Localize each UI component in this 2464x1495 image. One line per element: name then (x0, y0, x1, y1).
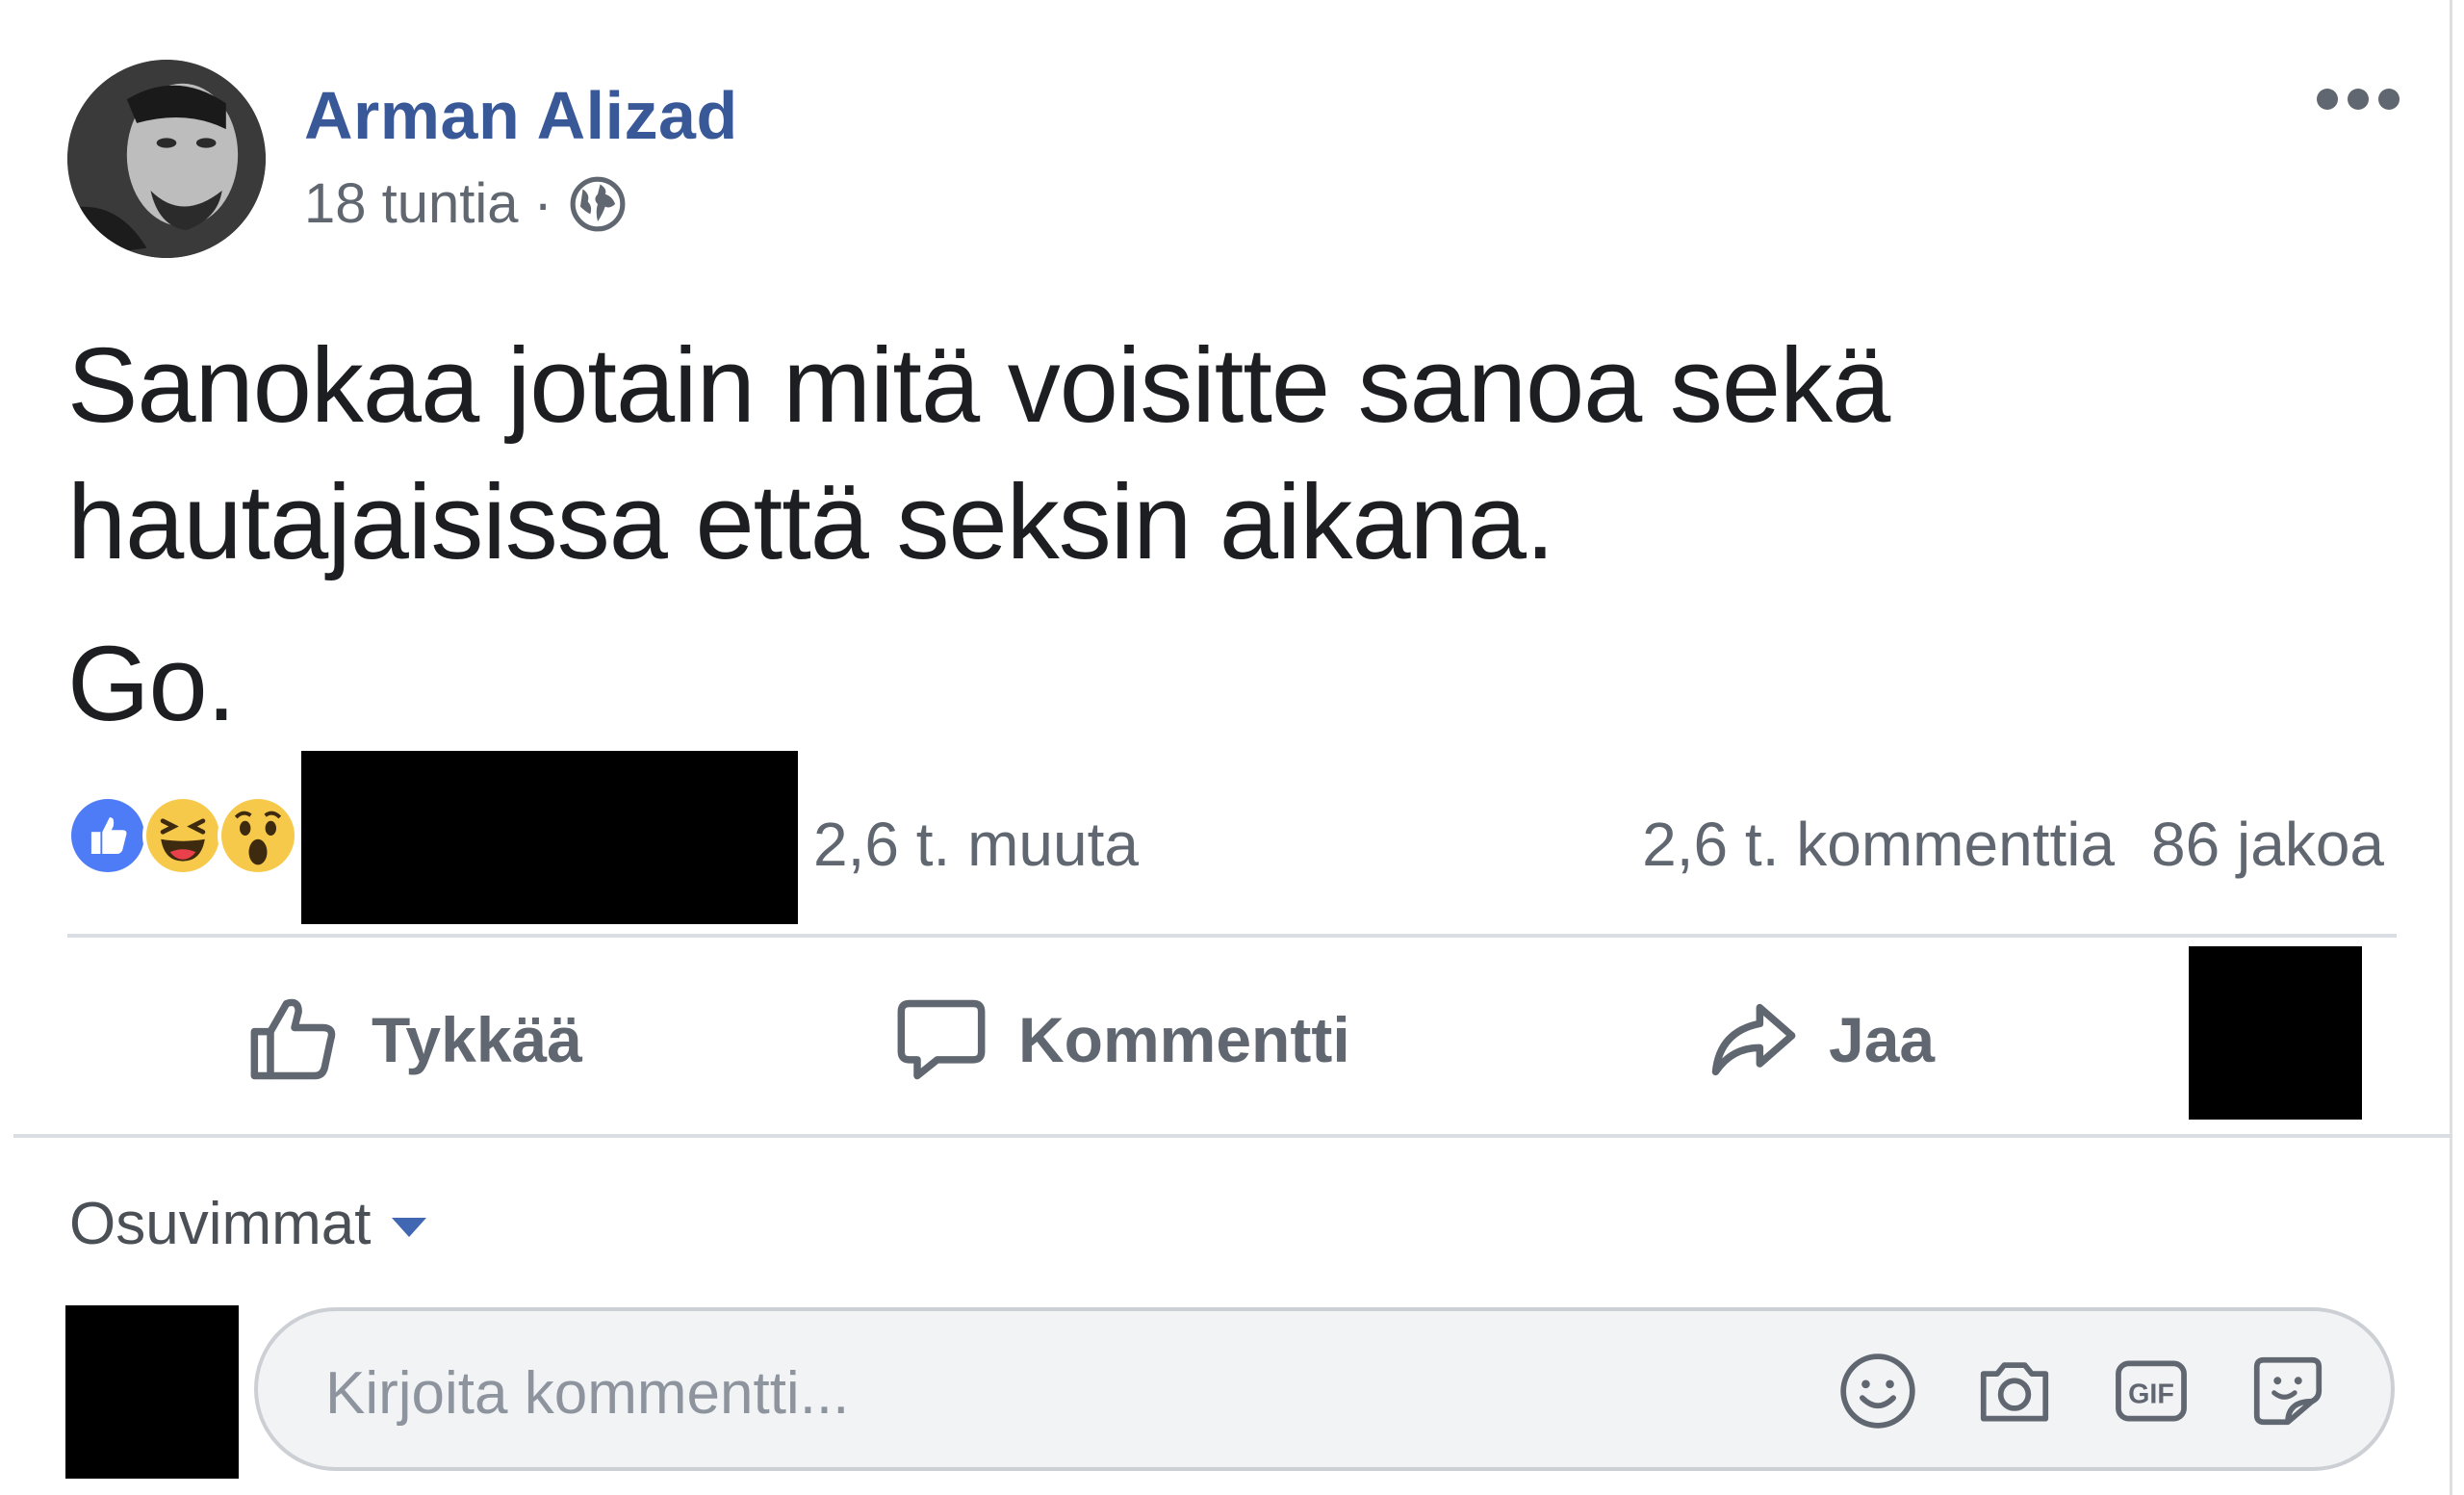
speech-bubble-icon (897, 999, 986, 1080)
redacted-commenter-avatar (65, 1305, 239, 1479)
gif-text: GIF (2128, 1379, 2174, 1410)
post-time[interactable]: 18 tuntia (304, 171, 519, 236)
share-count[interactable]: 86 jakoa (2151, 809, 2384, 880)
like-reaction-icon (67, 795, 148, 876)
avatar-photo (67, 60, 266, 258)
redacted-reactors (301, 751, 798, 924)
emoji-icon[interactable] (1836, 1350, 1919, 1432)
like-label: Tykkää (372, 1004, 582, 1075)
share-button[interactable]: Jaa (1704, 982, 1935, 1097)
comment-composer: GIF (254, 1307, 2395, 1471)
divider (67, 934, 2397, 938)
meta-separator: · (533, 172, 552, 235)
share-arrow-icon (1711, 1003, 1796, 1076)
reaction-icons[interactable] (67, 795, 298, 876)
thumbs-up-icon (250, 998, 336, 1080)
comment-sort-dropdown[interactable]: Osuvimmat (69, 1190, 427, 1258)
more-options-icon[interactable] (2317, 85, 2400, 114)
comment-count[interactable]: 2,6 t. kommenttia (1642, 809, 2115, 880)
redacted-box (2189, 946, 2362, 1120)
author-name[interactable]: Arman Alizad (304, 77, 738, 154)
post-stats: 2,6 t. kommenttia 86 jakoa (1642, 809, 2384, 880)
reaction-count[interactable]: 2,6 t. muuta (813, 809, 1139, 880)
post-meta: 18 tuntia · (304, 171, 628, 236)
sort-label: Osuvimmat (69, 1191, 372, 1257)
dot (2378, 89, 2400, 110)
dot (2317, 89, 2338, 110)
globe-icon[interactable] (568, 174, 628, 234)
post-text: Sanokaa jotain mitä voisitte sanoa sekä … (67, 318, 2377, 778)
comment-button[interactable]: Kommentti (893, 982, 1350, 1097)
post-card: Arman Alizad 18 tuntia · Sanokaa jotain … (0, 0, 2452, 1495)
sticker-icon[interactable] (2246, 1350, 2329, 1432)
haha-reaction-icon (142, 795, 223, 876)
post-text-line: Sanokaa jotain mitä voisitte sanoa sekä … (67, 326, 1890, 581)
caret-down-icon (392, 1217, 427, 1237)
like-button[interactable]: Tykkää (246, 982, 582, 1097)
comment-label: Kommentti (1018, 1004, 1350, 1075)
comment-input[interactable] (325, 1359, 1769, 1427)
wow-reaction-icon (218, 795, 298, 876)
dot (2348, 89, 2369, 110)
post-text-line: Go. (67, 625, 236, 743)
action-bar: Tykkää Kommentti Jaa (67, 963, 2185, 1117)
share-label: Jaa (1829, 1004, 1936, 1075)
camera-icon[interactable] (1973, 1350, 2056, 1432)
author-avatar[interactable] (67, 60, 266, 258)
gif-icon[interactable]: GIF (2110, 1350, 2193, 1432)
divider (13, 1134, 2452, 1138)
